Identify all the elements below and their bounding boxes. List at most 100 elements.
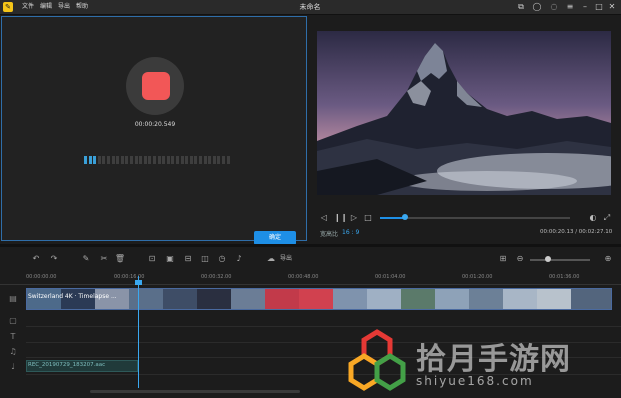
recording-panel: 00:00:20.549 确定 <box>1 16 307 245</box>
level-bar <box>171 156 175 164</box>
level-bar <box>102 156 106 164</box>
clip-thumbnail <box>265 289 299 309</box>
level-bar <box>88 156 92 164</box>
minimize-icon[interactable]: – <box>580 2 590 12</box>
level-bar <box>157 156 161 164</box>
zoom-out-icon[interactable]: ⊖ <box>514 253 526 265</box>
close-icon[interactable]: ✕ <box>607 2 617 12</box>
level-bar <box>120 156 124 164</box>
menu-export[interactable]: 导出 <box>58 2 70 12</box>
timeline-ruler[interactable]: 00:00:00.00 00:00:16.00 00:00:32.00 00:0… <box>0 270 621 285</box>
level-bar <box>116 156 120 164</box>
stop-button[interactable]: □ <box>363 212 373 224</box>
timeline-scrollbar[interactable] <box>90 390 300 393</box>
text-track-icon[interactable]: T <box>3 330 23 344</box>
clip-thumbnail <box>367 289 401 309</box>
crop-tool-icon[interactable]: ⊡ <box>146 253 158 265</box>
watermark: 拾月手游网 shiyue168.com <box>346 328 616 396</box>
clip-thumbnail <box>537 289 571 309</box>
redo-icon[interactable]: ↷ <box>48 253 60 265</box>
zoom-handle[interactable] <box>545 256 551 262</box>
audio-clip-label: REC_20190729_183207.aac <box>28 362 106 368</box>
feedback-icon[interactable]: ◌ <box>549 2 559 12</box>
previous-frame-icon[interactable]: ◁ <box>319 212 329 224</box>
level-bar <box>148 156 152 164</box>
export-icon[interactable]: ☁ <box>265 253 277 265</box>
seek-handle[interactable] <box>401 214 408 220</box>
level-bar <box>125 156 129 164</box>
app-logo-icon: ✎ <box>3 2 13 12</box>
split-icon[interactable]: ⊟ <box>182 253 194 265</box>
mountain-image <box>317 31 611 195</box>
music-track-icon[interactable]: ♫ <box>3 345 23 359</box>
aspect-ratio-value[interactable]: 16 : 9 <box>342 229 359 236</box>
menu-file[interactable]: 文件 <box>22 2 34 12</box>
pause-button[interactable]: ❙❙ <box>334 212 347 224</box>
delete-icon[interactable]: 🗑 <box>114 253 126 265</box>
ruler-tick: 00:00:48.00 <box>288 274 319 280</box>
volume-icon[interactable]: ◐ <box>588 212 598 224</box>
level-bar <box>217 156 221 164</box>
level-bar <box>134 156 138 164</box>
ruler-tick: 00:01:36.00 <box>549 274 580 280</box>
clip-thumbnail <box>299 289 333 309</box>
undo-icon[interactable]: ↶ <box>30 253 42 265</box>
watermark-subtext: shiyue168.com <box>416 374 534 388</box>
level-bar <box>208 156 212 164</box>
level-bar <box>194 156 198 164</box>
level-bar <box>130 156 133 164</box>
window-title: 未命名 <box>299 3 321 11</box>
clip-thumbnail <box>231 289 265 309</box>
level-bar <box>199 156 202 164</box>
fit-icon[interactable]: ⊞ <box>497 253 509 265</box>
track-separator <box>26 326 621 327</box>
ruler-tick: 00:00:32.00 <box>201 274 232 280</box>
clip-thumbnail <box>571 289 611 309</box>
user-icon[interactable]: ◯ <box>532 2 542 12</box>
scissors-icon[interactable]: ✂ <box>98 253 110 265</box>
level-bar <box>139 156 143 164</box>
level-bar <box>185 156 189 164</box>
zoom-in-icon[interactable]: ⊕ <box>602 253 614 265</box>
voice-track-icon[interactable]: ♩ <box>3 360 23 374</box>
clip-thumbnail <box>197 289 231 309</box>
snapshot-icon[interactable]: ◫ <box>199 253 211 265</box>
record-button[interactable] <box>126 57 184 115</box>
menu-help[interactable]: 帮助 <box>76 2 88 12</box>
maximize-icon[interactable]: □ <box>594 2 604 12</box>
next-frame-icon[interactable]: ▷ <box>349 212 359 224</box>
confirm-button[interactable]: 确定 <box>254 231 296 245</box>
clip-thumbnail <box>503 289 537 309</box>
ruler-tick: 00:01:04.00 <box>375 274 406 280</box>
video-track-icon[interactable]: ▤ <box>3 292 23 306</box>
menu-icon[interactable]: ≡ <box>565 2 575 12</box>
level-bar <box>222 156 225 164</box>
panel-divider <box>0 244 621 247</box>
seek-bar[interactable] <box>380 217 570 219</box>
microphone-icon[interactable]: ♪ <box>233 253 245 265</box>
video-preview <box>317 31 611 195</box>
zoom-slider[interactable] <box>530 259 590 261</box>
level-bar <box>153 156 156 164</box>
clip-thumbnail <box>469 289 503 309</box>
level-bar <box>226 156 230 164</box>
overlay-track-icon[interactable]: ▢ <box>3 314 23 328</box>
recording-time: 00:00:20.549 <box>134 121 176 128</box>
level-bar <box>166 156 170 164</box>
level-bar <box>212 156 216 164</box>
mosaic-icon[interactable]: ▣ <box>164 253 176 265</box>
pen-icon[interactable]: ✎ <box>80 253 92 265</box>
crop-icon[interactable]: ⧉ <box>516 2 526 12</box>
aspect-ratio-label: 宽高比 <box>320 231 339 238</box>
watermark-logo <box>348 329 406 391</box>
clip-thumbnail <box>333 289 367 309</box>
fullscreen-icon[interactable]: ⤢ <box>602 212 612 224</box>
level-bar <box>93 156 97 164</box>
clip-thumbnail <box>435 289 469 309</box>
menu-edit[interactable]: 编辑 <box>40 2 52 12</box>
playhead[interactable] <box>138 276 139 388</box>
export-label[interactable]: 导出 <box>280 253 292 265</box>
clip-thumbnail <box>401 289 435 309</box>
level-bar <box>162 156 166 164</box>
timer-icon[interactable]: ◷ <box>216 253 228 265</box>
